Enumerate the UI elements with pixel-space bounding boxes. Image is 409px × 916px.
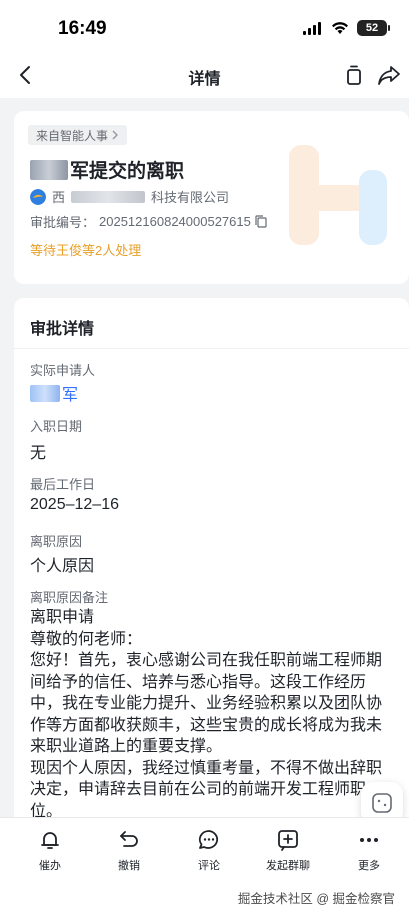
share-icon[interactable]	[377, 64, 401, 86]
status-time: 16:49	[58, 18, 107, 39]
more-label: 更多	[358, 860, 380, 872]
comment-icon	[198, 830, 218, 849]
more-icon	[360, 838, 378, 842]
status-bar: 16:49 52	[0, 0, 409, 52]
company-prefix: 西	[52, 190, 66, 205]
remind-label: 催办	[39, 860, 61, 872]
hire-date-value: 无	[30, 445, 47, 462]
redacted-company	[71, 190, 146, 203]
group-chat-label: 发起群聊	[266, 860, 310, 872]
note-line: 您好！首先，衷心感谢公司在我任职前端工程师期间给予的信任、培养与悉心指导。这段工…	[30, 652, 383, 755]
battery-level: 52	[365, 22, 379, 34]
brand-watermark-icon	[289, 145, 387, 245]
field-label-hire-date: 入职日期	[30, 419, 83, 434]
undo-icon	[120, 831, 138, 847]
shortcut-icon	[372, 793, 392, 813]
note-line: 离职申请	[30, 609, 95, 626]
last-day-value: 2025–12–16	[30, 496, 119, 513]
comment-button[interactable]: 评论	[174, 828, 244, 873]
applicant-name: 军	[62, 387, 79, 404]
pending-status: 等待王俊等2人处理	[30, 243, 142, 258]
field-label-reason-note: 离职原因备注	[30, 590, 109, 605]
approval-title: 军提交的离职	[30, 156, 184, 183]
field-label-reason: 离职原因	[30, 534, 83, 549]
approval-number-row: 审批编号： 2025121608240005276​15	[30, 212, 267, 231]
battery-indicator: 52	[357, 20, 390, 36]
field-label-applicant: 实际申请人	[30, 363, 96, 378]
reason-value: 个人原因	[30, 558, 95, 575]
site-watermark: 掘金技术社区 @ 掘金检察官	[237, 892, 395, 906]
approval-header-card: 来自智能人事 军提交的离职 西 科技有限公司 审批编号： 20251216082…	[14, 111, 409, 284]
copy-number-icon[interactable]	[255, 215, 267, 228]
reason-note: 离职申请 尊敬的何老师： 您好！首先，衷心感谢公司在我任职前端工程师期间给予的信…	[30, 607, 389, 822]
approval-detail-card: 审批详情 实际申请人 军 入职日期 无 最后工作日 2025–12–16 离职原…	[14, 298, 409, 858]
more-button[interactable]: 更多	[334, 828, 404, 873]
field-label-last-day: 最后工作日	[30, 477, 96, 492]
withdraw-button[interactable]: 撤销	[94, 828, 164, 873]
approval-title-text: 军提交的离职	[70, 161, 185, 182]
company-logo-icon	[30, 188, 46, 205]
remind-button[interactable]: 催办	[15, 828, 85, 873]
copy-icon[interactable]	[343, 64, 365, 86]
group-chat-icon	[278, 830, 298, 851]
redacted-name	[30, 159, 68, 180]
applicant-link[interactable]: 军	[30, 381, 78, 405]
comment-label: 评论	[198, 860, 220, 872]
source-tag-label: 来自智能人事	[36, 128, 109, 143]
wifi-icon	[332, 22, 348, 34]
withdraw-label: 撤销	[118, 860, 140, 872]
source-tag[interactable]: 来自智能人事	[28, 125, 128, 145]
signal-icon	[303, 21, 321, 35]
status-icons: 52	[303, 20, 390, 36]
company-row: 西 科技有限公司	[30, 187, 229, 206]
approval-number-label: 审批编号：	[30, 215, 96, 230]
app-screen: 16:49 52 详情 来自智能人事 军提交的离职 西 科技有限公司 审批编号：…	[0, 0, 409, 916]
note-line: 尊敬的何老师：	[30, 630, 143, 648]
divider	[14, 348, 409, 349]
bottom-action-bar: 催办 撤销 评论 发起群聊 更多	[0, 817, 409, 879]
redacted-applicant	[30, 384, 60, 402]
company-suffix: 科技有限公司	[151, 190, 230, 205]
chevron-right-icon	[112, 130, 118, 140]
note-line: 现因个人原因，我经过慎重考量，不得不做出辞职决定，申请辞去目前在公司的前端开发工…	[30, 759, 383, 820]
section-title: 审批详情	[30, 321, 95, 338]
nav-bar: 详情	[0, 52, 409, 98]
approval-number: 2025121608240005276​15	[99, 214, 251, 229]
group-chat-button[interactable]: 发起群聊	[253, 828, 323, 873]
bell-icon	[41, 832, 59, 849]
